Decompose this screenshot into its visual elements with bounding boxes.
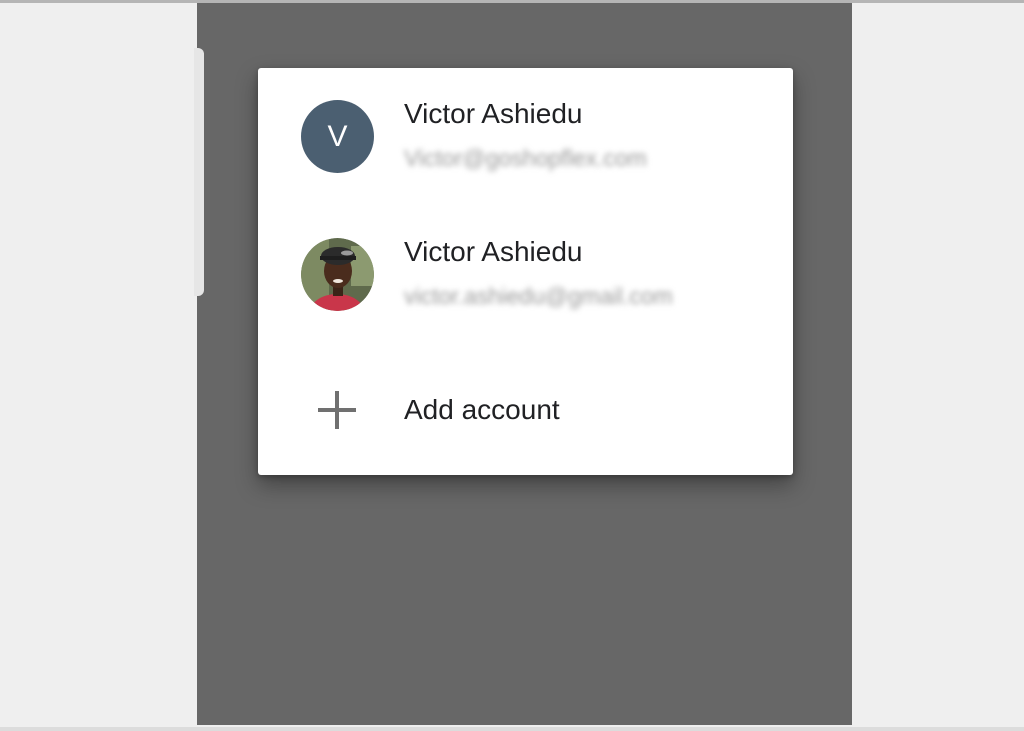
avatar: V — [301, 100, 374, 173]
account-item-gmail[interactable]: Victor Ashiedu victor.ashiedu@gmail.com — [258, 226, 793, 336]
background-sheet-edge — [194, 48, 204, 296]
account-item-goshopflex[interactable]: V Victor Ashiedu Victor@goshopflex.com — [258, 88, 793, 198]
avatar-initial: V — [327, 119, 348, 153]
avatar — [301, 238, 374, 311]
add-account-label: Add account — [404, 394, 560, 425]
plus-icon — [318, 391, 356, 429]
account-chooser-card: V Victor Ashiedu Victor@goshopflex.com V… — [258, 68, 793, 475]
add-account-button[interactable]: Add account — [258, 373, 793, 443]
account-email: victor.ashiedu@gmail.com — [404, 283, 673, 309]
left-background-panel — [0, 3, 197, 727]
account-name: Victor Ashiedu — [404, 236, 583, 267]
profile-photo-icon — [301, 238, 374, 311]
right-background-panel — [852, 3, 1024, 727]
window-bottom-border — [0, 727, 1024, 731]
account-email: Victor@goshopflex.com — [404, 145, 647, 171]
account-name: Victor Ashiedu — [404, 98, 583, 129]
